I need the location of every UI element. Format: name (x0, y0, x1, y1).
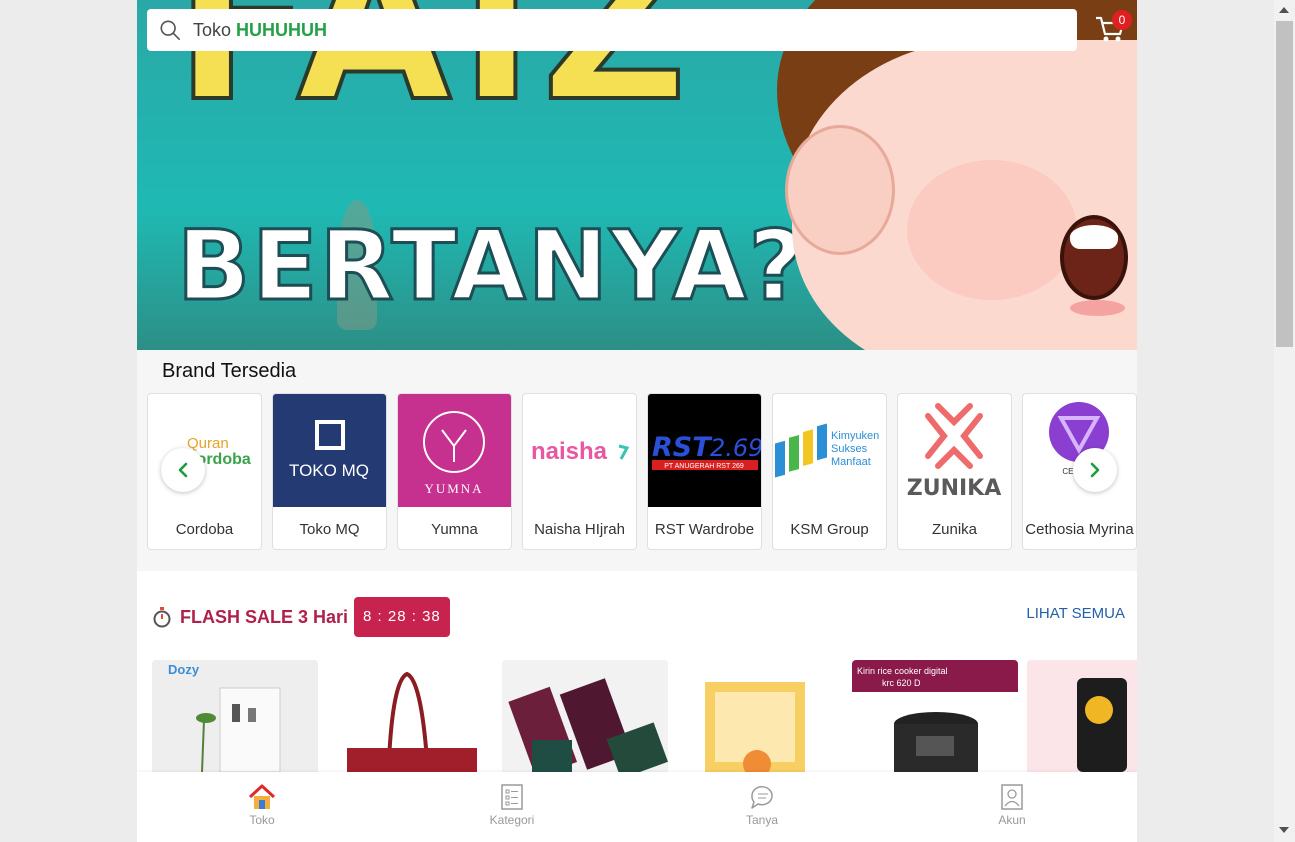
search-store-label: Toko HUHUHUH (193, 20, 327, 41)
banner-title-line2: BERTANYA? (175, 210, 807, 322)
store-name: HUHUHUH (236, 19, 328, 40)
brand-name: Zunika (931, 521, 978, 538)
brand-name: Cethosia Myrina (1025, 521, 1134, 538)
brand-logo-toko-mq: TOKO MQ (273, 394, 386, 507)
banner-character-cheek (907, 160, 1077, 300)
brand-prev-button[interactable] (161, 448, 205, 492)
product-card[interactable] (1027, 660, 1137, 772)
nav-label: Toko (249, 813, 275, 827)
brand-carousel: Quran Cordoba Cordoba TOKO MQ Toko MQ YU… (147, 393, 1137, 551)
svg-text:Quran: Quran (187, 435, 229, 452)
cart-count-badge: 0 (1112, 10, 1132, 30)
brand-section-title: Brand Tersedia (162, 360, 297, 382)
brand-name: Cordoba (175, 521, 234, 538)
chat-icon (751, 786, 773, 809)
scroll-down-arrow-icon[interactable] (1279, 827, 1289, 833)
hero-banner[interactable]: FAIZ BERTANYA? (137, 0, 1137, 350)
svg-text:2.69: 2.69 (710, 434, 761, 462)
svg-text:Manfaat: Manfaat (831, 456, 871, 468)
svg-text:RST: RST (652, 432, 713, 463)
brand-logo-naisha: naisha (523, 394, 636, 507)
product-card[interactable] (327, 660, 493, 772)
svg-text:Kirin rice cooker digital: Kirin rice cooker digital (857, 666, 948, 676)
brand-card-toko-mq[interactable]: TOKO MQ Toko MQ (272, 393, 387, 550)
nav-label: Kategori (489, 813, 535, 827)
product-card[interactable]: Kirin rice cooker digital krc 620 D (852, 660, 1018, 772)
svg-text:krc 620 D: krc 620 D (882, 678, 921, 688)
chevron-left-icon (178, 462, 188, 478)
svg-text:Kimyuken: Kimyuken (831, 430, 879, 442)
product-label: Dozy (168, 662, 200, 677)
brand-logo-cethosia-myrina: CETHOS (1023, 394, 1136, 507)
stopwatch-icon (153, 607, 171, 628)
flash-sale-header: FLASH SALE 3 Hari 8 : 28 : 38 (152, 597, 450, 637)
svg-text:ZUNIKA: ZUNIKA (907, 476, 1002, 501)
scroll-up-arrow-icon[interactable] (1279, 7, 1289, 13)
nav-label: Akun (998, 813, 1026, 827)
brand-card-zunika[interactable]: ZUNIKA Zunika (897, 393, 1012, 550)
svg-text:naisha: naisha (531, 438, 608, 465)
nav-item-akun[interactable]: Akun (887, 772, 1137, 842)
scrollbar-thumb[interactable] (1276, 21, 1293, 347)
flash-sale-products: Dozy Kirin rice cooker digital krc 620 D (152, 660, 1137, 772)
svg-text:YUMNA: YUMNA (424, 481, 483, 496)
brand-name: Yumna (431, 521, 478, 538)
brand-name: KSM Group (790, 521, 869, 538)
brand-name: Naisha HIjrah (534, 521, 625, 538)
flash-sale-timer: 8 : 28 : 38 (354, 597, 450, 637)
nav-label: Tanya (745, 813, 779, 827)
brand-name: RST Wardrobe (654, 521, 755, 538)
list-icon (501, 784, 523, 810)
page: FAIZ BERTANYA? Toko HUHUHUH 0 Brand Terse… (137, 0, 1137, 842)
banner-character-ear (785, 125, 895, 255)
nav-item-kategori[interactable]: Kategori (387, 772, 637, 842)
svg-text:PT ANUGERAH RST 269: PT ANUGERAH RST 269 (664, 463, 744, 470)
brand-logo-ksm-group: Kimyuken Sukses Manfaat (773, 394, 886, 507)
brand-card-yumna[interactable]: YUMNA Yumna (397, 393, 512, 550)
page-scrollbar[interactable] (1274, 0, 1295, 842)
see-all-link[interactable]: LIHAT SEMUA (1026, 605, 1125, 622)
brand-next-button[interactable] (1073, 448, 1117, 492)
bottom-navigation: Toko Kategori Tanya Akun (137, 772, 1137, 842)
home-icon (248, 784, 276, 809)
search-prefix: Toko (193, 19, 232, 40)
svg-text:TOKO MQ: TOKO MQ (289, 461, 369, 480)
search-icon (160, 20, 180, 40)
svg-text:Sukses: Sukses (831, 443, 868, 455)
brand-card-rst-wardrobe[interactable]: RST 2.69 PT ANUGERAH RST 269 RST Wardrob… (647, 393, 762, 550)
brand-logo-cordoba: Quran Cordoba (148, 394, 261, 507)
brand-logo-rst-wardrobe: RST 2.69 PT ANUGERAH RST 269 (648, 394, 761, 507)
brand-name: Toko MQ (299, 521, 360, 538)
search-bar[interactable]: Toko HUHUHUH (147, 9, 1077, 51)
product-card[interactable] (502, 660, 668, 772)
product-card[interactable] (677, 660, 843, 772)
brand-card-naisha[interactable]: naisha Naisha HIjrah (522, 393, 637, 550)
brand-logo-yumna: YUMNA (398, 394, 511, 507)
flash-sale-title: FLASH SALE 3 Hari (180, 606, 349, 627)
chevron-right-icon (1090, 462, 1100, 478)
brand-card-ksm-group[interactable]: Kimyuken Sukses Manfaat KSM Group (772, 393, 887, 550)
brand-logo-zunika: ZUNIKA (898, 394, 1011, 507)
product-card[interactable]: Dozy (152, 660, 318, 772)
account-icon (1001, 784, 1023, 810)
nav-item-toko[interactable]: Toko (137, 772, 387, 842)
banner-character-tongue (1070, 300, 1125, 316)
nav-item-tanya[interactable]: Tanya (637, 772, 887, 842)
banner-character-mouth (1060, 215, 1128, 300)
